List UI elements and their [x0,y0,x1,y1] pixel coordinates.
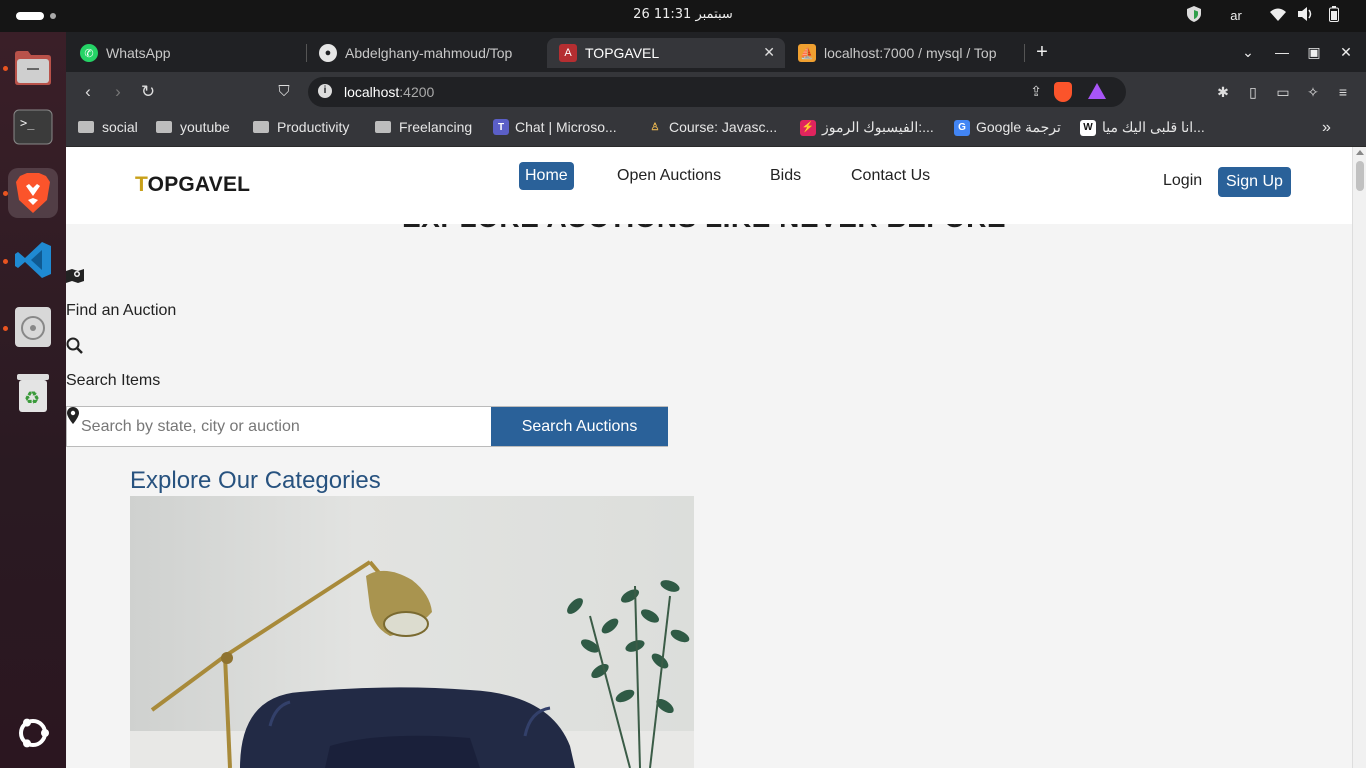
trash-app-icon[interactable]: ♻ [8,368,58,418]
tab-whatsapp[interactable]: ✆ WhatsApp [68,38,304,68]
location-pin-icon [67,407,79,429]
leo-ai-icon[interactable]: ✧ [1303,82,1323,102]
battery-icon[interactable] [1320,6,1348,25]
browser-toolbar: ‹ › ↻ ⛉ i localhost:4200 ⇪ ✱ ▯ ▭ ✧ ≡ [66,72,1366,112]
ubuntu-apps-icon[interactable] [8,708,58,758]
brave-browser-app-icon[interactable] [8,168,58,218]
wikipedia-icon: W [1080,119,1096,136]
menu-icon[interactable]: ≡ [1333,82,1353,102]
nav-home[interactable]: Home [519,162,574,190]
nav-bids[interactable]: Bids [764,162,807,190]
bookmarks-bar: social youtube Productivity Freelancing … [66,112,1366,147]
close-tab-icon[interactable]: ✕ [763,44,775,61]
google-translate-icon: G [954,119,970,136]
maximize-window-icon[interactable]: ▣ [1302,40,1326,64]
whatsapp-icon: ✆ [80,44,98,62]
search-auctions-button[interactable]: Search Auctions [491,407,668,446]
brave-rewards-icon[interactable] [1088,83,1106,99]
url-text[interactable]: localhost:4200 [344,84,434,100]
map-icon [66,268,84,289]
volume-icon[interactable] [1292,7,1320,24]
brave-shields-icon[interactable] [1054,82,1072,102]
category-furniture-image[interactable] [130,496,694,768]
site-navbar: TOPGAVEL Home Open Auctions Bids Contact… [66,147,1352,224]
svg-text:♻: ♻ [24,388,40,409]
tab-topgavel[interactable]: A TOPGAVEL ✕ [547,38,785,68]
system-tray[interactable]: ar [1180,6,1348,25]
forward-arrow-icon[interactable]: › [106,80,130,104]
bookmark-course-javascript[interactable]: ♙ Course: Javasc... [647,119,777,135]
reload-icon[interactable]: ↻ [136,80,160,104]
signup-button[interactable]: Sign Up [1218,167,1291,197]
bookmark-folder-productivity[interactable]: Productivity [253,119,349,135]
sidebar-icon[interactable]: ▯ [1243,82,1263,102]
disc-app-icon[interactable] [8,302,58,352]
bookmark-folder-social[interactable]: social [78,119,138,135]
tab-separator [1024,44,1025,62]
bookmark-icon[interactable]: ⛉ [272,80,296,104]
search-items-label: Search Items [66,372,161,389]
course-icon: ♙ [647,119,663,135]
search-input[interactable] [79,409,489,444]
tab-label: TOPGAVEL [585,45,660,61]
bookmark-chat-microsoft[interactable]: T Chat | Microso... [493,119,617,135]
page-scrollbar[interactable] [1352,147,1366,768]
site-info-icon[interactable]: i [318,84,332,98]
teams-icon: T [493,119,509,135]
login-link[interactable]: Login [1163,172,1202,190]
github-icon: ● [319,44,337,62]
wifi-icon[interactable] [1264,8,1292,24]
bookmark-google-translate[interactable]: G Google ترجمة [954,119,1061,136]
bookmark-folder-freelancing[interactable]: Freelancing [375,119,472,135]
close-window-icon[interactable]: ✕ [1334,40,1358,64]
address-bar[interactable]: i localhost:4200 ⇪ [308,77,1126,107]
lightning-icon: ⚡ [800,119,816,136]
folder-icon [375,121,391,133]
tab-label: WhatsApp [106,45,171,61]
files-app-icon[interactable] [8,42,58,92]
tab-phpmyadmin[interactable]: ⛵ localhost:7000 / mysql / Top [786,38,1022,68]
phpmyadmin-icon: ⛵ [798,44,816,62]
tab-github[interactable]: ● Abdelghany-mahmoud/Top [307,38,545,68]
folder-icon [78,121,94,133]
terminal-app-icon[interactable]: >_ [8,102,58,152]
new-tab-plus-icon[interactable]: + [1030,40,1054,64]
more-bookmarks-chevron-icon[interactable]: » [1322,119,1331,137]
bookmark-folder-youtube[interactable]: youtube [156,119,230,135]
tab-search-chevron-icon[interactable]: ⌄ [1236,40,1260,64]
svg-text:>_: >_ [20,116,35,130]
categories-title: Explore Our Categories [130,467,381,494]
minimize-window-icon[interactable]: — [1270,40,1294,64]
nav-contact-us[interactable]: Contact Us [845,162,936,190]
site-logo[interactable]: TOPGAVEL [135,173,250,197]
application-dock: >_ ♻ [0,32,66,768]
nav-open-auctions[interactable]: Open Auctions [611,162,727,190]
scroll-up-arrow-icon[interactable] [1356,150,1364,155]
extensions-icon[interactable]: ✱ [1213,82,1233,102]
system-top-bar: 26 سبتمبر 11:31 ar [0,0,1366,32]
auction-search-form: Search Auctions [66,406,668,447]
share-icon[interactable]: ⇪ [1030,83,1042,100]
bookmark-facebook-symbols[interactable]: ⚡ الفيسبوك الرموز:... [800,119,934,136]
tab-label: Abdelghany-mahmoud/Top [345,45,513,61]
back-arrow-icon[interactable]: ‹ [76,80,100,104]
browser-tab-strip: ✆ WhatsApp ● Abdelghany-mahmoud/Top A TO… [66,32,1366,72]
system-clock[interactable]: 26 سبتمبر 11:31 [0,7,1366,22]
shield-icon[interactable] [1180,6,1208,25]
angular-icon: A [559,44,577,62]
scrollbar-thumb[interactable] [1356,161,1364,191]
search-icon [66,337,83,359]
folder-icon [156,121,172,133]
language-indicator[interactable]: ar [1208,8,1264,23]
vscode-app-icon[interactable] [8,235,58,285]
page-viewport: EXPLORE AUCTIONS LIKE NEVER BEFORE TOPGA… [66,147,1352,768]
folder-icon [253,121,269,133]
tab-label: localhost:7000 / mysql / Top [824,45,997,61]
wallet-icon[interactable]: ▭ [1273,82,1293,102]
find-auction-label: Find an Auction [66,302,177,319]
bookmark-song[interactable]: W انا قلبى اليك ميا... [1080,119,1205,136]
